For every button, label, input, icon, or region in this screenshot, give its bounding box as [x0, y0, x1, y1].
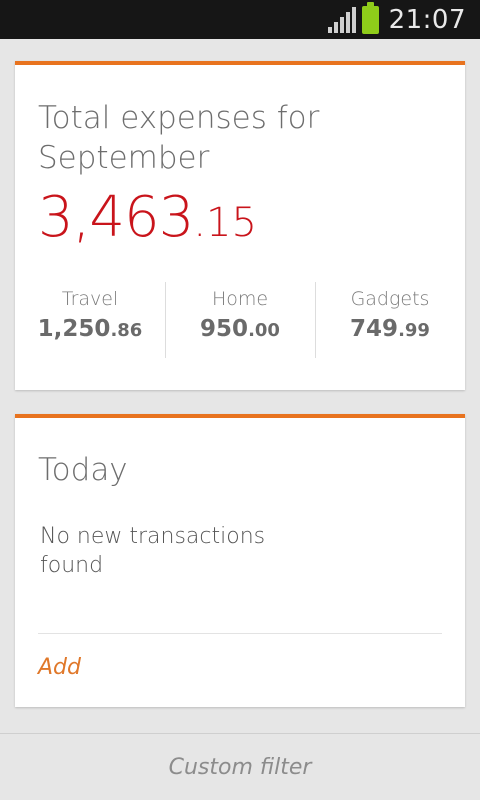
total-expenses-title: Total expenses for September [38, 100, 320, 176]
today-card: Today No new transactions found Add [15, 414, 465, 707]
category-amount-integer: 749 [350, 316, 399, 342]
status-clock: 21:07 [388, 4, 466, 35]
total-amount-integer: 3,463 [38, 185, 194, 250]
add-transaction-button[interactable]: Add [38, 655, 81, 680]
category-name: Travel [61, 288, 119, 310]
custom-filter-button[interactable]: Custom filter [169, 755, 312, 780]
signal-icon [327, 6, 356, 33]
card-divider [38, 633, 442, 634]
category-amount-decimal: .86 [110, 320, 143, 341]
category-name: Home [211, 288, 269, 310]
category-travel[interactable]: Travel 1,250 .86 [15, 280, 165, 358]
category-amount: 1,250 .86 [15, 316, 165, 342]
total-expenses-card: Total expenses for September 3,463 .15 T… [15, 61, 465, 390]
category-amount: 950 .00 [165, 316, 315, 342]
category-home[interactable]: Home 950 .00 [165, 280, 315, 358]
today-title: Today [38, 452, 128, 488]
total-expenses-amount: 3,463 .15 [38, 185, 257, 250]
category-amount-integer: 950 [200, 316, 249, 342]
bottom-bar: Custom filter [0, 733, 480, 800]
status-bar: 21:07 [0, 0, 480, 39]
category-amount-decimal: .99 [398, 320, 430, 341]
total-amount-decimal: .15 [193, 200, 257, 246]
category-amount-integer: 1,250 [37, 316, 111, 342]
category-amount: 749 .99 [315, 316, 465, 342]
category-gadgets[interactable]: Gadgets 749 .99 [315, 280, 465, 358]
battery-icon [361, 1, 379, 34]
category-breakdown: Travel 1,250 .86 Home 950 .00 Gadgets 74… [15, 280, 465, 358]
category-amount-decimal: .00 [248, 320, 280, 341]
category-name: Gadgets [350, 288, 430, 310]
empty-transactions-message: No new transactions found [40, 524, 266, 578]
